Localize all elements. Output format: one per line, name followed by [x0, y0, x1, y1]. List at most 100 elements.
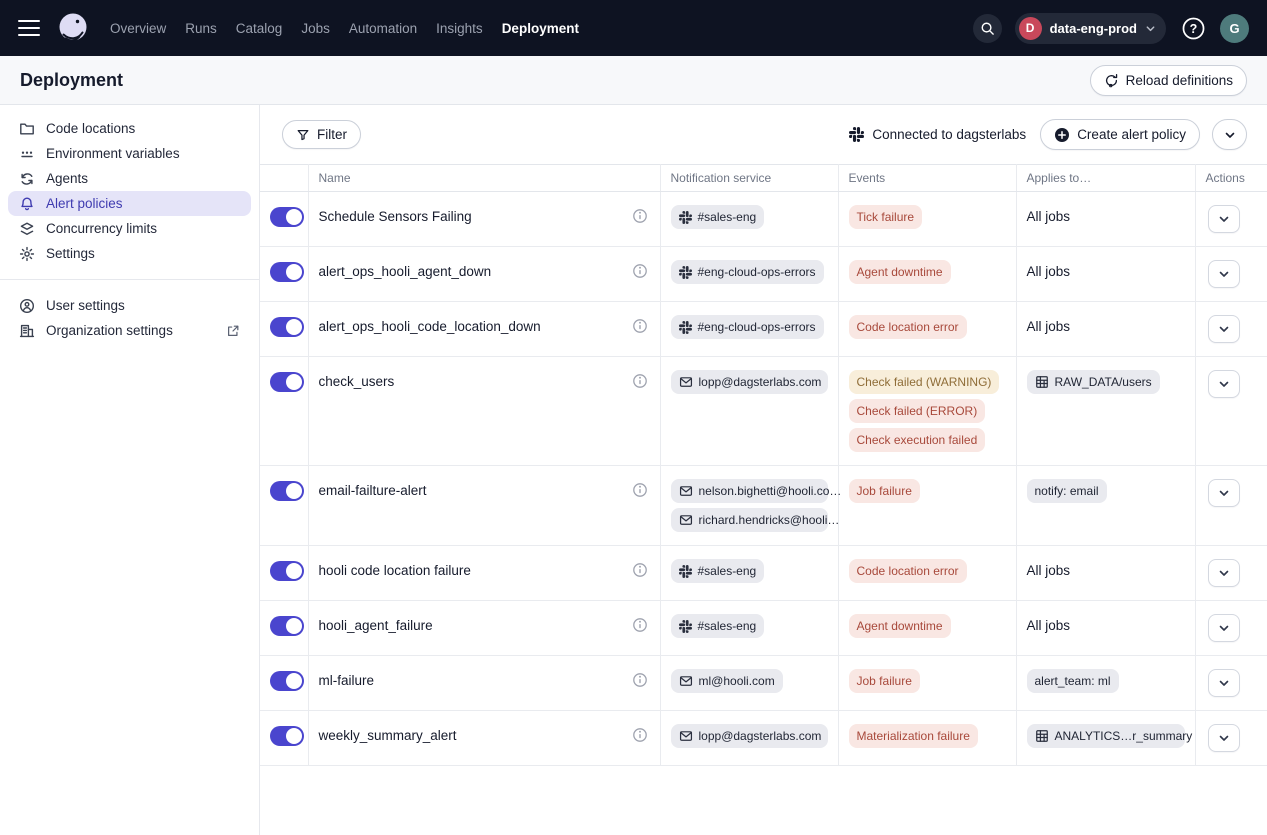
column-header-applies-to: Applies to… [1016, 165, 1195, 192]
variables-icon [19, 146, 35, 162]
enable-toggle[interactable] [270, 616, 304, 636]
help-button[interactable]: ? [1179, 14, 1207, 42]
notification-label: lopp@dagsterlabs.com [699, 729, 822, 743]
notification-chip: #eng-cloud-ops-errors [671, 315, 824, 339]
info-icon[interactable] [632, 562, 648, 583]
enable-toggle[interactable] [270, 262, 304, 282]
plus-circle-icon [1054, 127, 1070, 143]
enable-toggle[interactable] [270, 372, 304, 392]
sidebar-item-label: Settings [46, 246, 95, 261]
create-alert-policy-label: Create alert policy [1077, 127, 1186, 142]
policy-name: alert_ops_hooli_agent_down [319, 260, 492, 282]
notification-chip: nelson.bighetti@hooli.co… [671, 479, 828, 503]
filter-button[interactable]: Filter [282, 120, 361, 149]
nav-item-catalog[interactable]: Catalog [236, 21, 283, 36]
reload-definitions-label: Reload definitions [1126, 73, 1233, 88]
info-icon[interactable] [632, 727, 648, 748]
slack-icon [849, 127, 864, 142]
menu-icon[interactable] [18, 20, 40, 36]
row-actions-button[interactable] [1208, 315, 1240, 343]
reload-icon [1104, 73, 1119, 88]
table-row: alert_ops_hooli_code_location_down #eng-c… [260, 302, 1267, 357]
email-icon [679, 484, 693, 498]
sync-icon [19, 171, 35, 187]
toggle-knob [286, 618, 302, 634]
policy-name: weekly_summary_alert [319, 724, 457, 746]
row-actions-button[interactable] [1208, 724, 1240, 752]
nav-item-overview[interactable]: Overview [110, 21, 166, 36]
sidebar-item-label: Environment variables [46, 146, 180, 161]
enable-toggle[interactable] [270, 671, 304, 691]
info-icon[interactable] [632, 672, 648, 693]
event-badge: Job failure [849, 479, 920, 503]
create-alert-policy-button[interactable]: Create alert policy [1040, 119, 1200, 150]
sidebar-item-settings[interactable]: Settings [8, 241, 251, 266]
enable-toggle[interactable] [270, 561, 304, 581]
row-actions-button[interactable] [1208, 205, 1240, 233]
sidebar-item-concurrency-limits[interactable]: Concurrency limits [8, 216, 251, 241]
column-header-toggle [260, 165, 308, 192]
chevron-down-icon [1145, 23, 1156, 34]
row-actions-button[interactable] [1208, 479, 1240, 507]
row-actions-button[interactable] [1208, 559, 1240, 587]
dagster-logo-icon[interactable] [54, 9, 92, 47]
nav-item-insights[interactable]: Insights [436, 21, 483, 36]
search-icon [980, 21, 995, 36]
sidebar-secondary: User settingsOrganization settings [0, 293, 259, 343]
reload-definitions-button[interactable]: Reload definitions [1090, 65, 1247, 96]
notification-label: #sales-eng [698, 210, 757, 224]
enable-toggle[interactable] [270, 726, 304, 746]
policy-name: hooli_agent_failure [319, 614, 433, 636]
sidebar-item-label: Alert policies [46, 196, 123, 211]
create-alert-policy-menu-button[interactable] [1212, 119, 1247, 150]
applies-to-chip: notify: email [1027, 479, 1107, 503]
enable-toggle[interactable] [270, 207, 304, 227]
row-actions-button[interactable] [1208, 614, 1240, 642]
event-badge: Job failure [849, 669, 920, 693]
nav-item-deployment[interactable]: Deployment [502, 21, 579, 36]
info-icon[interactable] [632, 617, 648, 638]
row-actions-button[interactable] [1208, 370, 1240, 398]
column-header-actions: Actions [1195, 165, 1267, 192]
search-button[interactable] [973, 14, 1002, 43]
email-icon [679, 674, 693, 688]
nav-item-runs[interactable]: Runs [185, 21, 217, 36]
applies-to-text: All jobs [1027, 563, 1071, 578]
info-icon[interactable] [632, 263, 648, 284]
sidebar-item-agents[interactable]: Agents [8, 166, 251, 191]
sidebar-item-alert-policies[interactable]: Alert policies [8, 191, 251, 216]
connected-label: Connected to dagsterlabs [872, 127, 1026, 142]
primary-nav: Overview Runs Catalog Jobs Automation Insight… [110, 21, 579, 36]
policy-name: alert_ops_hooli_code_location_down [319, 315, 541, 337]
sidebar-item-environment-variables[interactable]: Environment variables [8, 141, 251, 166]
nav-item-automation[interactable]: Automation [349, 21, 417, 36]
notification-chip: #sales-eng [671, 614, 765, 638]
email-icon [679, 513, 693, 527]
sidebar-item-code-locations[interactable]: Code locations [8, 116, 251, 141]
info-icon[interactable] [632, 373, 648, 394]
email-icon [679, 729, 693, 743]
sidebar-item-organization-settings[interactable]: Organization settings [8, 318, 251, 343]
applies-to-chip: RAW_DATA/users [1027, 370, 1160, 394]
nav-item-jobs[interactable]: Jobs [301, 21, 330, 36]
row-actions-button[interactable] [1208, 669, 1240, 697]
sidebar-item-user-settings[interactable]: User settings [8, 293, 251, 318]
gear-icon [19, 246, 35, 262]
toggle-knob [286, 374, 302, 390]
slack-icon [679, 565, 692, 578]
filter-label: Filter [317, 127, 347, 142]
notification-label: #eng-cloud-ops-errors [698, 320, 816, 334]
info-icon[interactable] [632, 318, 648, 339]
event-badge: Check execution failed [849, 428, 986, 452]
toggle-knob [286, 563, 302, 579]
page-header: Deployment Reload definitions [0, 56, 1267, 105]
info-icon[interactable] [632, 482, 648, 503]
enable-toggle[interactable] [270, 481, 304, 501]
layers-icon [19, 221, 35, 237]
deployment-switcher[interactable]: D data-eng-prod [1015, 13, 1166, 44]
row-actions-button[interactable] [1208, 260, 1240, 288]
enable-toggle[interactable] [270, 317, 304, 337]
info-icon[interactable] [632, 208, 648, 229]
email-icon [679, 375, 693, 389]
user-avatar[interactable]: G [1220, 14, 1249, 43]
